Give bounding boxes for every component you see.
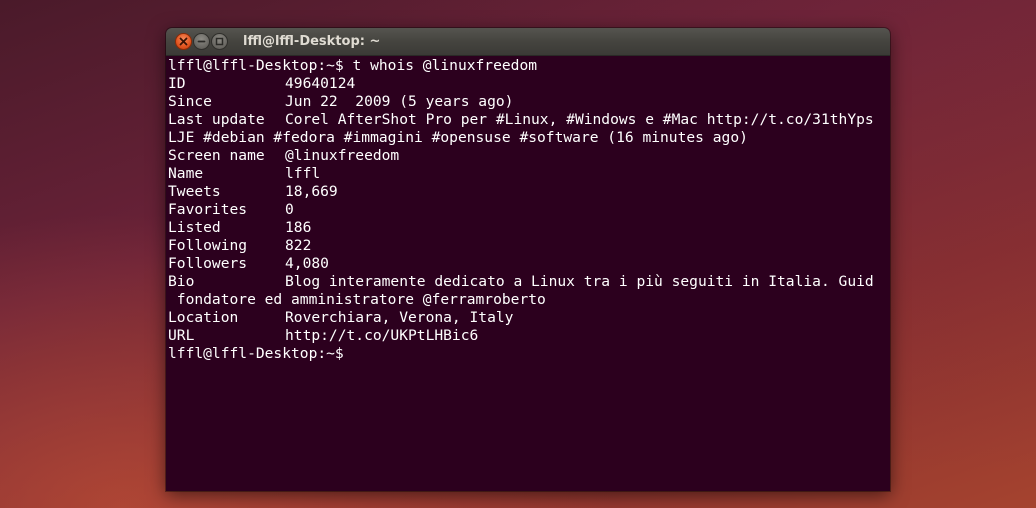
field-row-location: Location Roverchiara, Verona, Italy xyxy=(168,309,890,327)
field-row-following: Following 822 xyxy=(168,237,890,255)
shell-prompt: lffl@lffl-Desktop:~$ xyxy=(168,345,344,362)
field-value: Corel AfterShot Pro per #Linux, #Windows… xyxy=(285,111,874,128)
bio-continuation: fondatore ed amministratore @ferramrober… xyxy=(168,291,546,308)
field-value: Roverchiara, Verona, Italy xyxy=(285,309,514,326)
field-row-bio: Bio Blog interamente dedicato a Linux tra… xyxy=(168,273,890,291)
prompt-line: lffl@lffl-Desktop:~$ xyxy=(168,345,890,363)
title-bar[interactable]: lffl@lffl-Desktop: ~ xyxy=(166,28,890,56)
desktop-background: lffl@lffl-Desktop: ~ lffl@lffl-Desktop:~… xyxy=(0,0,1036,508)
minimize-button[interactable] xyxy=(193,33,210,50)
field-row-id: ID 49640124 xyxy=(168,75,890,93)
terminal-output[interactable]: lffl@lffl-Desktop:~$ t whois @linuxfreed… xyxy=(166,56,890,491)
field-row-since: Since Jun 22 2009 (5 years ago) xyxy=(168,93,890,111)
field-key: ID xyxy=(168,75,186,92)
field-key: Location xyxy=(168,309,239,326)
field-row-favorites: Favorites 0 xyxy=(168,201,890,219)
field-value: @linuxfreedom xyxy=(285,147,400,164)
field-row-screen-name: Screen name @linuxfreedom xyxy=(168,147,890,165)
field-key: Last update xyxy=(168,111,265,128)
field-value: 49640124 xyxy=(285,75,356,92)
maximize-button[interactable] xyxy=(211,33,228,50)
field-key: Bio xyxy=(168,273,195,290)
field-value: http://t.co/UKPtLHBic6 xyxy=(285,327,479,344)
field-key: Tweets xyxy=(168,183,221,200)
maximize-icon xyxy=(215,37,224,46)
field-value: 822 xyxy=(285,237,312,254)
field-key: Followers xyxy=(168,255,248,272)
text-cursor xyxy=(344,345,353,361)
command-line: lffl@lffl-Desktop:~$ t whois @linuxfreed… xyxy=(168,57,538,74)
field-value: lffl xyxy=(285,165,321,182)
field-key: Name xyxy=(168,165,204,182)
close-button[interactable] xyxy=(175,33,192,50)
field-value: Blog interamente dedicato a Linux tra i … xyxy=(285,273,874,290)
field-key: URL xyxy=(168,327,195,344)
last-update-continuation: LJE #debian #fedora #immagini #opensuse … xyxy=(168,129,748,146)
window-controls xyxy=(175,33,228,50)
minimize-icon xyxy=(197,40,206,43)
field-key: Favorites xyxy=(168,201,248,218)
window-title: lffl@lffl-Desktop: ~ xyxy=(243,34,381,49)
field-value: 186 xyxy=(285,219,312,236)
field-key: Since xyxy=(168,93,212,110)
field-value: 0 xyxy=(285,201,294,218)
field-row-last-update: Last update Corel AfterShot Pro per #Linu… xyxy=(168,111,890,129)
field-value: 18,669 xyxy=(285,183,338,200)
field-row-name: Name lffl xyxy=(168,165,890,183)
field-key: Following xyxy=(168,237,248,254)
field-value: Jun 22 2009 (5 years ago) xyxy=(285,93,514,110)
field-key: Screen name xyxy=(168,147,265,164)
close-icon xyxy=(179,37,188,46)
terminal-window[interactable]: lffl@lffl-Desktop: ~ lffl@lffl-Desktop:~… xyxy=(166,28,890,491)
field-row-listed: Listed 186 xyxy=(168,219,890,237)
field-row-followers: Followers 4,080 xyxy=(168,255,890,273)
field-row-url: URL http://t.co/UKPtLHBic6 xyxy=(168,327,890,345)
field-key: Listed xyxy=(168,219,221,236)
field-value: 4,080 xyxy=(285,255,329,272)
field-row-tweets: Tweets 18,669 xyxy=(168,183,890,201)
